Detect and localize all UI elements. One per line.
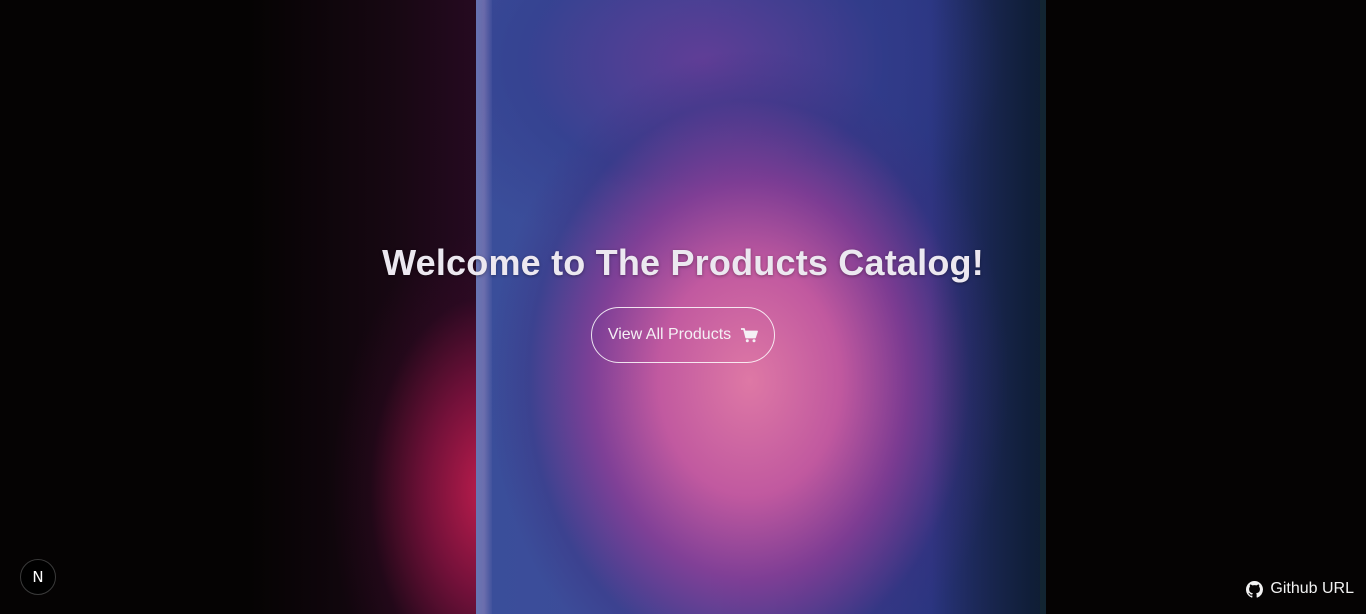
view-all-products-button[interactable]: View All Products — [590, 307, 776, 363]
github-icon — [1246, 580, 1264, 598]
github-label: Github URL — [1270, 580, 1354, 597]
dev-badge-letter: N — [32, 568, 44, 586]
page-title: Welcome to The Products Catalog! — [382, 242, 984, 283]
hero-section: Welcome to The Products Catalog! View Al… — [0, 0, 1366, 614]
hero-content: Welcome to The Products Catalog! View Al… — [0, 242, 1366, 363]
cart-icon — [741, 327, 759, 343]
cta-label: View All Products — [607, 326, 732, 343]
github-link[interactable]: Github URL — [1246, 580, 1354, 598]
nextjs-dev-badge[interactable]: N — [20, 559, 56, 595]
